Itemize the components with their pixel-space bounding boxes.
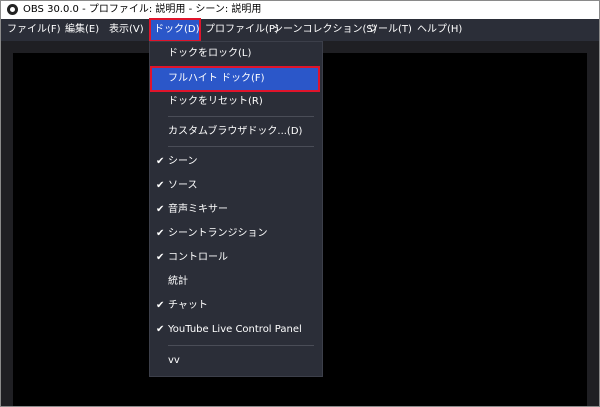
menu-separator — [168, 146, 314, 147]
dock-dropdown-menu: ドックをロック(L) フルハイト ドック(F) ドックをリセット(R) カスタム… — [149, 41, 323, 377]
checkmark-icon: ✔ — [156, 228, 165, 239]
checkmark-icon: ✔ — [156, 156, 165, 167]
menu-item-label: チャット — [168, 300, 208, 311]
menu-item-label: 統計 — [168, 276, 188, 287]
menu-item-label: カスタムブラウザドック...(D) — [168, 126, 303, 137]
checkmark-icon: ✔ — [156, 324, 165, 335]
menu-edit[interactable]: 編集(E) — [61, 19, 103, 41]
menu-file[interactable]: ファイル(F) — [3, 19, 65, 41]
checkmark-icon: ✔ — [156, 204, 165, 215]
menu-item-audio-mixer[interactable]: ✔ 音声ミキサー — [150, 199, 322, 221]
menu-item-label: vv — [168, 355, 180, 366]
menu-item-scenes[interactable]: ✔ シーン — [150, 151, 322, 173]
menu-item-label: 音声ミキサー — [168, 204, 228, 215]
checkmark-icon: ✔ — [156, 180, 165, 191]
checkmark-icon: ✔ — [156, 300, 165, 311]
menu-item-lock-docks[interactable]: ドックをロック(L) — [150, 43, 322, 65]
menu-bar: ファイル(F) 編集(E) 表示(V) ドック(D) プロファイル(P) シーン… — [1, 18, 599, 42]
window-title: OBS 30.0.0 - プロファイル: 説明用 - シーン: 説明用 — [23, 4, 262, 15]
menu-item-label: フルハイト ドック(F) — [168, 73, 265, 84]
menu-item-label: ドックをリセット(R) — [168, 96, 263, 107]
checkmark-icon: ✔ — [156, 252, 165, 263]
obs-logo-icon — [7, 4, 18, 15]
menu-separator — [168, 116, 314, 117]
menu-item-label: シーントランジション — [168, 228, 268, 239]
obs-window: OBS 30.0.0 - プロファイル: 説明用 - シーン: 説明用 ファイル… — [0, 0, 600, 407]
menu-item-youtube-live-control-panel[interactable]: ✔ YouTube Live Control Panel — [150, 319, 322, 341]
menu-item-vv[interactable]: vv — [150, 350, 322, 372]
menu-item-custom-browser-docks[interactable]: カスタムブラウザドック...(D) — [150, 121, 322, 143]
menu-item-stats[interactable]: 統計 — [150, 271, 322, 293]
title-bar: OBS 30.0.0 - プロファイル: 説明用 - シーン: 説明用 — [1, 1, 599, 19]
menu-item-sources[interactable]: ✔ ソース — [150, 175, 322, 197]
menu-item-label: ドックをロック(L) — [168, 48, 252, 59]
menu-tools[interactable]: ツール(T) — [364, 19, 416, 41]
menu-view[interactable]: 表示(V) — [105, 19, 148, 41]
menu-help[interactable]: ヘルプ(H) — [413, 19, 466, 41]
menu-item-full-height-docks[interactable]: フルハイト ドック(F) — [150, 66, 320, 92]
menu-dock[interactable]: ドック(D) — [149, 18, 201, 42]
menu-item-reset-docks[interactable]: ドックをリセット(R) — [150, 91, 322, 113]
menu-item-label: YouTube Live Control Panel — [168, 324, 302, 335]
menu-separator — [168, 345, 314, 346]
menu-item-label: ソース — [168, 180, 198, 191]
menu-item-label: シーン — [168, 156, 198, 167]
menu-item-controls[interactable]: ✔ コントロール — [150, 247, 322, 269]
menu-item-label: コントロール — [168, 252, 228, 263]
menu-item-scene-transitions[interactable]: ✔ シーントランジション — [150, 223, 322, 245]
menu-item-chat[interactable]: ✔ チャット — [150, 295, 322, 317]
